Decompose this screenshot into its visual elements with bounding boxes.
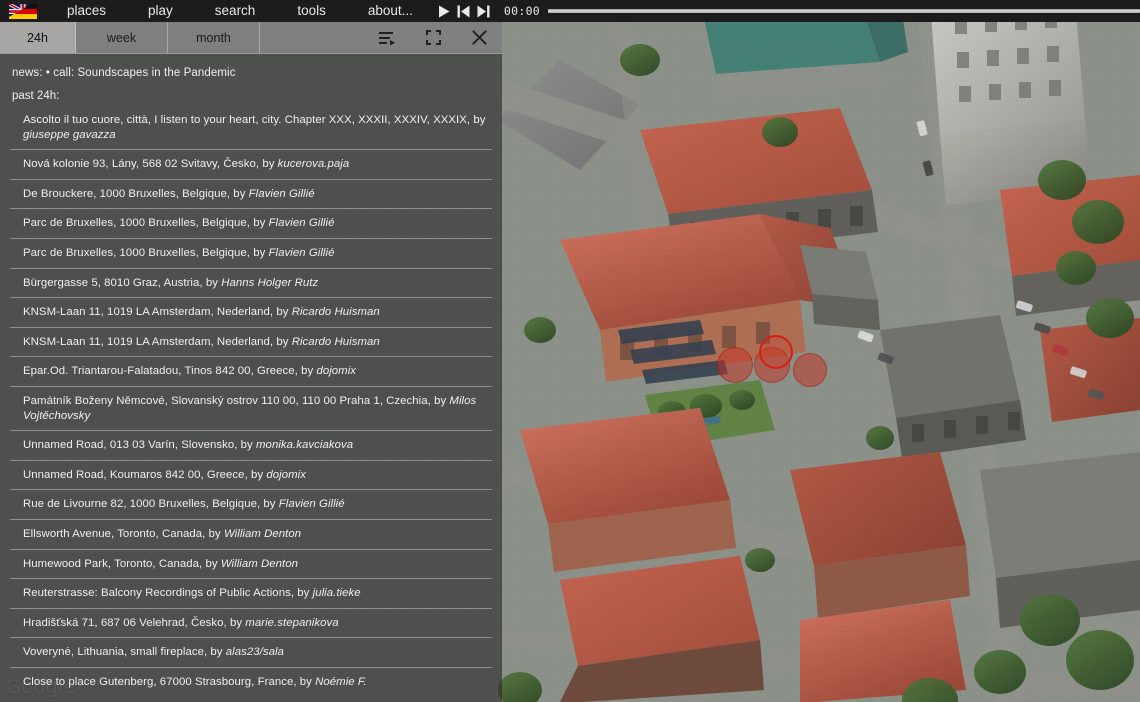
- recording-entry[interactable]: Památník Boženy Němcové, Slovanský ostro…: [10, 385, 492, 430]
- previous-icon: [457, 5, 470, 17]
- entry-place: Ascolto il tuo cuore, città, I listen to…: [23, 114, 486, 126]
- menu-item-about[interactable]: about...: [347, 0, 434, 22]
- map-marker[interactable]: [717, 347, 753, 383]
- recording-entry[interactable]: Close to place Gutenberg, 67000 Strasbou…: [10, 666, 492, 697]
- entry-author[interactable]: kucerova.paja: [278, 158, 350, 170]
- recording-entry[interactable]: Rue de Livourne 82, 1000 Bruxelles, Belg…: [10, 489, 492, 519]
- entry-place: KNSM-Laan 11, 1019 LA Amsterdam, Nederla…: [23, 306, 292, 319]
- entry-place: Rue de Livourne 82, 1000 Bruxelles, Belg…: [23, 498, 279, 511]
- recording-entry[interactable]: Humewood Park, Toronto, Canada, by Willi…: [10, 548, 492, 579]
- recording-entry[interactable]: Unnamed Road, Koumaros 842 00, Greece, b…: [10, 459, 492, 490]
- next-icon: [477, 5, 490, 17]
- entry-place: Bürgergasse 5, 8010 Graz, Austria, by: [23, 276, 222, 289]
- uk-german-flag-icon: [9, 3, 37, 19]
- application-root: Google places: [0, 0, 1140, 702]
- entry-place: Parc de Bruxelles, 1000 Bruxelles, Belgi…: [23, 246, 269, 259]
- entry-author[interactable]: Flavien Gillié: [269, 247, 335, 259]
- audio-player-controls: 00:00: [434, 0, 1140, 22]
- entry-author[interactable]: giuseppe gavazza: [23, 129, 116, 141]
- fullscreen-button[interactable]: [410, 22, 456, 53]
- tab-month[interactable]: month: [168, 22, 260, 53]
- entry-place: Close to place Gutenberg, 67000 Strasbou…: [23, 675, 316, 688]
- entry-author[interactable]: Flavien Gillié: [279, 498, 345, 510]
- playback-time: 00:00: [503, 4, 541, 18]
- previous-button[interactable]: [454, 0, 474, 22]
- entry-author[interactable]: William Denton: [221, 558, 298, 570]
- entry-place: Reuterstrasse: Balcony Recordings of Pub…: [23, 587, 313, 600]
- close-button[interactable]: [456, 22, 502, 53]
- entry-author[interactable]: dojomix: [266, 469, 306, 481]
- recording-entry[interactable]: Ascolto il tuo cuore, città, I listen to…: [10, 109, 492, 149]
- fullscreen-icon: [425, 30, 441, 45]
- close-icon: [471, 30, 487, 45]
- playback-progress-bar[interactable]: [548, 9, 1140, 13]
- entry-author[interactable]: marie.stepanikova: [245, 617, 338, 629]
- recording-entry[interactable]: Voverynė, Lithuania, small fireplace, by…: [10, 637, 492, 667]
- entry-author[interactable]: William Denton: [224, 528, 301, 540]
- entry-author[interactable]: Flavien Gillié: [269, 217, 335, 229]
- entry-author[interactable]: Hanns Holger Rutz: [221, 277, 318, 289]
- entry-author[interactable]: Ricardo Huisman: [292, 306, 380, 318]
- language-toggle-button[interactable]: [0, 0, 46, 22]
- entry-place: Voverynė, Lithuania, small fireplace, by: [23, 646, 226, 659]
- recording-entry[interactable]: Parc de Bruxelles, 1000 Bruxelles, Belgi…: [10, 237, 492, 268]
- entry-place: KNSM-Laan 11, 1019 LA Amsterdam, Nederla…: [23, 335, 292, 348]
- tabbar-spacer: [260, 22, 364, 53]
- recording-entry[interactable]: KNSM-Laan 11, 1019 LA Amsterdam, Nederla…: [10, 326, 492, 357]
- recording-entry[interactable]: Unnamed Road, 013 03 Varín, Slovensko, b…: [10, 430, 492, 460]
- entry-place: Parc de Bruxelles, 1000 Bruxelles, Belgi…: [23, 217, 269, 230]
- news-line[interactable]: news: • call: Soundscapes in the Pandemi…: [0, 54, 502, 80]
- entry-place: De Brouckere, 1000 Bruxelles, Belgique, …: [23, 187, 249, 200]
- recording-entry[interactable]: Hradišťská 71, 687 06 Velehrad, Česko, b…: [10, 607, 492, 638]
- map-marker-selected[interactable]: [759, 335, 793, 369]
- recording-entry[interactable]: KNSM-Laan 11, 1019 LA Amsterdam, Nederla…: [10, 297, 492, 327]
- entry-place: Unnamed Road, 013 03 Varín, Slovensko, b…: [23, 439, 257, 452]
- recording-entry[interactable]: Reuterstrasse: Balcony Recordings of Pub…: [10, 578, 492, 608]
- recording-entry[interactable]: Epar.Od. Triantarou-Falatadou, Tinos 842…: [10, 356, 492, 386]
- entry-author[interactable]: monika.kavciakova: [256, 439, 353, 451]
- menu-item-places[interactable]: places: [46, 0, 127, 22]
- time-range-tabbar: 24h week month: [0, 22, 502, 54]
- entry-author[interactable]: alas23/sala: [226, 646, 284, 658]
- recordings-panel: 24h week month news: • call: Soundscapes…: [0, 22, 502, 702]
- tab-week[interactable]: week: [76, 22, 168, 53]
- play-button[interactable]: [434, 0, 454, 22]
- entry-author[interactable]: julia.tieke: [313, 587, 361, 599]
- entry-place: Nová kolonie 93, Lány, 568 02 Svitavy, Č…: [23, 158, 278, 171]
- recording-entry[interactable]: De Brouckere, 1000 Bruxelles, Belgique, …: [10, 178, 492, 209]
- entry-place: Ellsworth Avenue, Toronto, Canada, by: [23, 527, 224, 540]
- entry-place: Unnamed Road, Koumaros 842 00, Greece, b…: [23, 468, 267, 481]
- entry-place: Hradišťská 71, 687 06 Velehrad, Česko, b…: [23, 616, 246, 629]
- recording-entry[interactable]: Bürgergasse 5, 8010 Graz, Austria, by Ha…: [10, 267, 492, 298]
- recording-entry[interactable]: Ellsworth Avenue, Toronto, Canada, by Wi…: [10, 518, 492, 549]
- entry-author[interactable]: dojomix: [316, 365, 356, 377]
- menu-item-search[interactable]: search: [194, 0, 277, 22]
- playlist-icon: [379, 31, 395, 45]
- play-icon: [438, 5, 450, 17]
- top-navigation-bar: places play search tools about... 00:00: [0, 0, 1140, 22]
- map-marker[interactable]: [793, 353, 827, 387]
- next-button[interactable]: [474, 0, 494, 22]
- entry-place: Epar.Od. Triantarou-Falatadou, Tinos 842…: [23, 365, 317, 378]
- entry-author[interactable]: Flavien Gillié: [249, 188, 315, 200]
- tab-24h[interactable]: 24h: [0, 22, 76, 53]
- entry-place: Humewood Park, Toronto, Canada, by: [23, 557, 221, 570]
- recording-entry-list: Ascolto il tuo cuore, città, I listen to…: [0, 109, 502, 696]
- playlist-button[interactable]: [364, 22, 410, 53]
- past-range-label: past 24h:: [12, 90, 60, 102]
- recording-entry[interactable]: Parc de Bruxelles, 1000 Bruxelles, Belgi…: [10, 208, 492, 238]
- menu-item-play[interactable]: play: [127, 0, 194, 22]
- menu-item-tools[interactable]: tools: [276, 0, 347, 22]
- panel-body: news: • call: Soundscapes in the Pandemi…: [0, 54, 502, 702]
- entry-place: Památník Boženy Němcové, Slovanský ostro…: [23, 394, 450, 407]
- main-menu: places play search tools about...: [46, 0, 434, 22]
- entry-author[interactable]: Ricardo Huisman: [292, 336, 380, 348]
- recording-entry[interactable]: Nová kolonie 93, Lány, 568 02 Svitavy, Č…: [10, 149, 492, 179]
- entry-author[interactable]: Noémie F.: [315, 676, 367, 688]
